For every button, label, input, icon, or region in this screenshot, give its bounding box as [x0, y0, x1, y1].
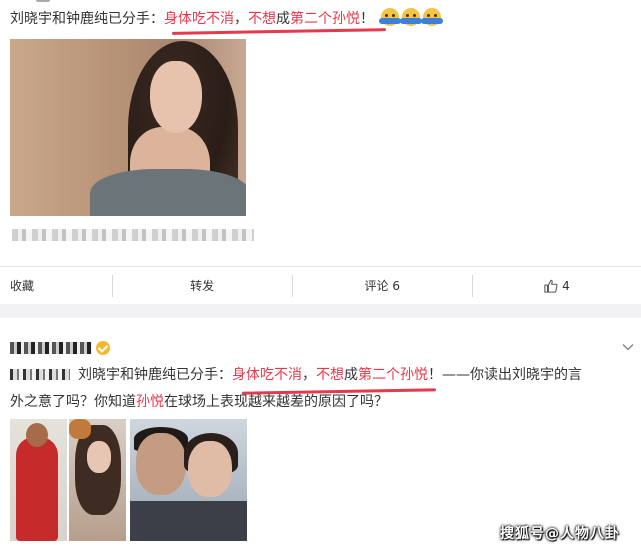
author-name-blurred[interactable] [10, 342, 92, 354]
like-button[interactable]: 4 [473, 267, 641, 305]
highlight-text: 第二个孙悦 [290, 11, 360, 27]
chevron-down-icon[interactable] [621, 340, 635, 354]
blurred-caption [12, 229, 254, 241]
highlight-text: 身体吃不消 [232, 367, 302, 383]
comma: ， [302, 367, 316, 383]
weibo-post-1: 刘晓宇和钟鹿纯已分手：身体吃不消，不想成第二个孙悦！ 收藏 转发 评论 6 4 [0, 0, 641, 304]
post-text-tail: ！——你读出刘晓宇的言 [428, 367, 582, 383]
highlight-text: 第二个孙悦 [358, 367, 428, 383]
highlight-link[interactable]: 孙悦 [136, 394, 164, 410]
comma: ， [234, 11, 248, 27]
post-1-action-bar: 收藏 转发 评论 6 4 [0, 266, 641, 304]
post-image-couple[interactable] [130, 419, 247, 541]
sohu-watermark: 搜狐号@人物八卦 [500, 526, 620, 542]
repost-button[interactable]: 转发 [113, 267, 292, 305]
blurred-mention [10, 369, 70, 380]
truncated-header [36, 0, 50, 2]
favorite-button[interactable]: 收藏 [0, 267, 112, 305]
comment-label: 评论 6 [364, 279, 400, 293]
post-text-prefix: 刘晓宇和钟鹿纯已分手： [10, 11, 164, 27]
weibo-post-2: 刘晓宇和钟鹿纯已分手：身体吃不消，不想成第二个孙悦！——你读出刘晓宇的言 外之意… [0, 318, 641, 550]
post-1-text: 刘晓宇和钟鹿纯已分手：身体吃不消，不想成第二个孙悦！ [10, 8, 444, 30]
highlight-text: 不想 [248, 11, 276, 27]
post-text-mid: 成 [344, 367, 358, 383]
repost-label: 转发 [190, 279, 215, 293]
thumbs-up-icon [544, 279, 558, 293]
favorite-label: 收藏 [10, 279, 35, 293]
like-count: 4 [562, 278, 570, 293]
author-row[interactable] [10, 340, 110, 356]
post-2-text-line-2: 外之意了吗？你知道孙悦在球场上表现越来越差的原因了吗？ [10, 391, 388, 413]
post-text-end: ！ [360, 11, 374, 27]
post-image-woman-selfie[interactable] [69, 419, 126, 541]
highlight-text: 不想 [316, 367, 344, 383]
verified-badge-icon [96, 341, 110, 355]
post-2-text-line-1: 刘晓宇和钟鹿纯已分手：身体吃不消，不想成第二个孙悦！——你读出刘晓宇的言 [10, 364, 582, 386]
hug-emoji-icon [421, 8, 444, 26]
post-text-line2-b: 在球场上表现越来越差的原因了吗？ [164, 394, 388, 410]
comment-button[interactable]: 评论 6 [293, 267, 472, 305]
feed-divider [0, 304, 641, 318]
post-image-woman[interactable] [10, 39, 246, 216]
hug-emoji-icon [400, 8, 423, 26]
post-image-player[interactable] [10, 419, 67, 541]
hug-emoji-icon [379, 8, 402, 26]
post-text-mid: 成 [276, 11, 290, 27]
post-text-prefix: 刘晓宇和钟鹿纯已分手： [78, 367, 232, 383]
post-text-line2-a: 外之意了吗？你知道 [10, 394, 136, 410]
highlight-text: 身体吃不消 [164, 11, 234, 27]
